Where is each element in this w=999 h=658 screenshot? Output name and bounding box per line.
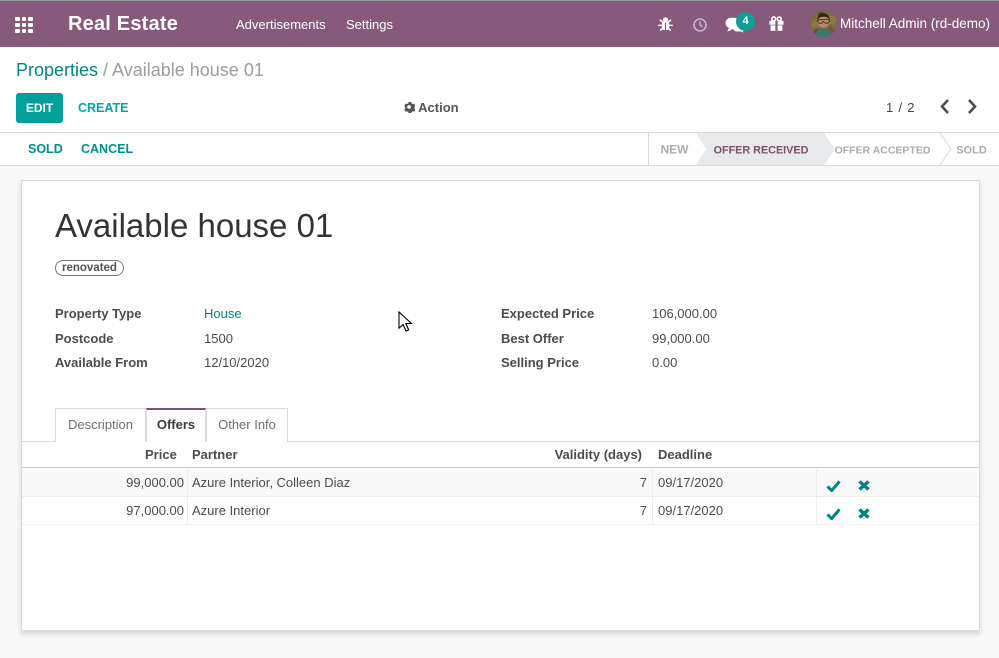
svg-text:OFFER RECEIVED: OFFER RECEIVED xyxy=(714,145,809,157)
svg-text:SOLD: SOLD xyxy=(956,145,987,157)
svg-text:NEW: NEW xyxy=(661,143,690,157)
svg-text:OFFER ACCEPTED: OFFER ACCEPTED xyxy=(835,145,931,157)
